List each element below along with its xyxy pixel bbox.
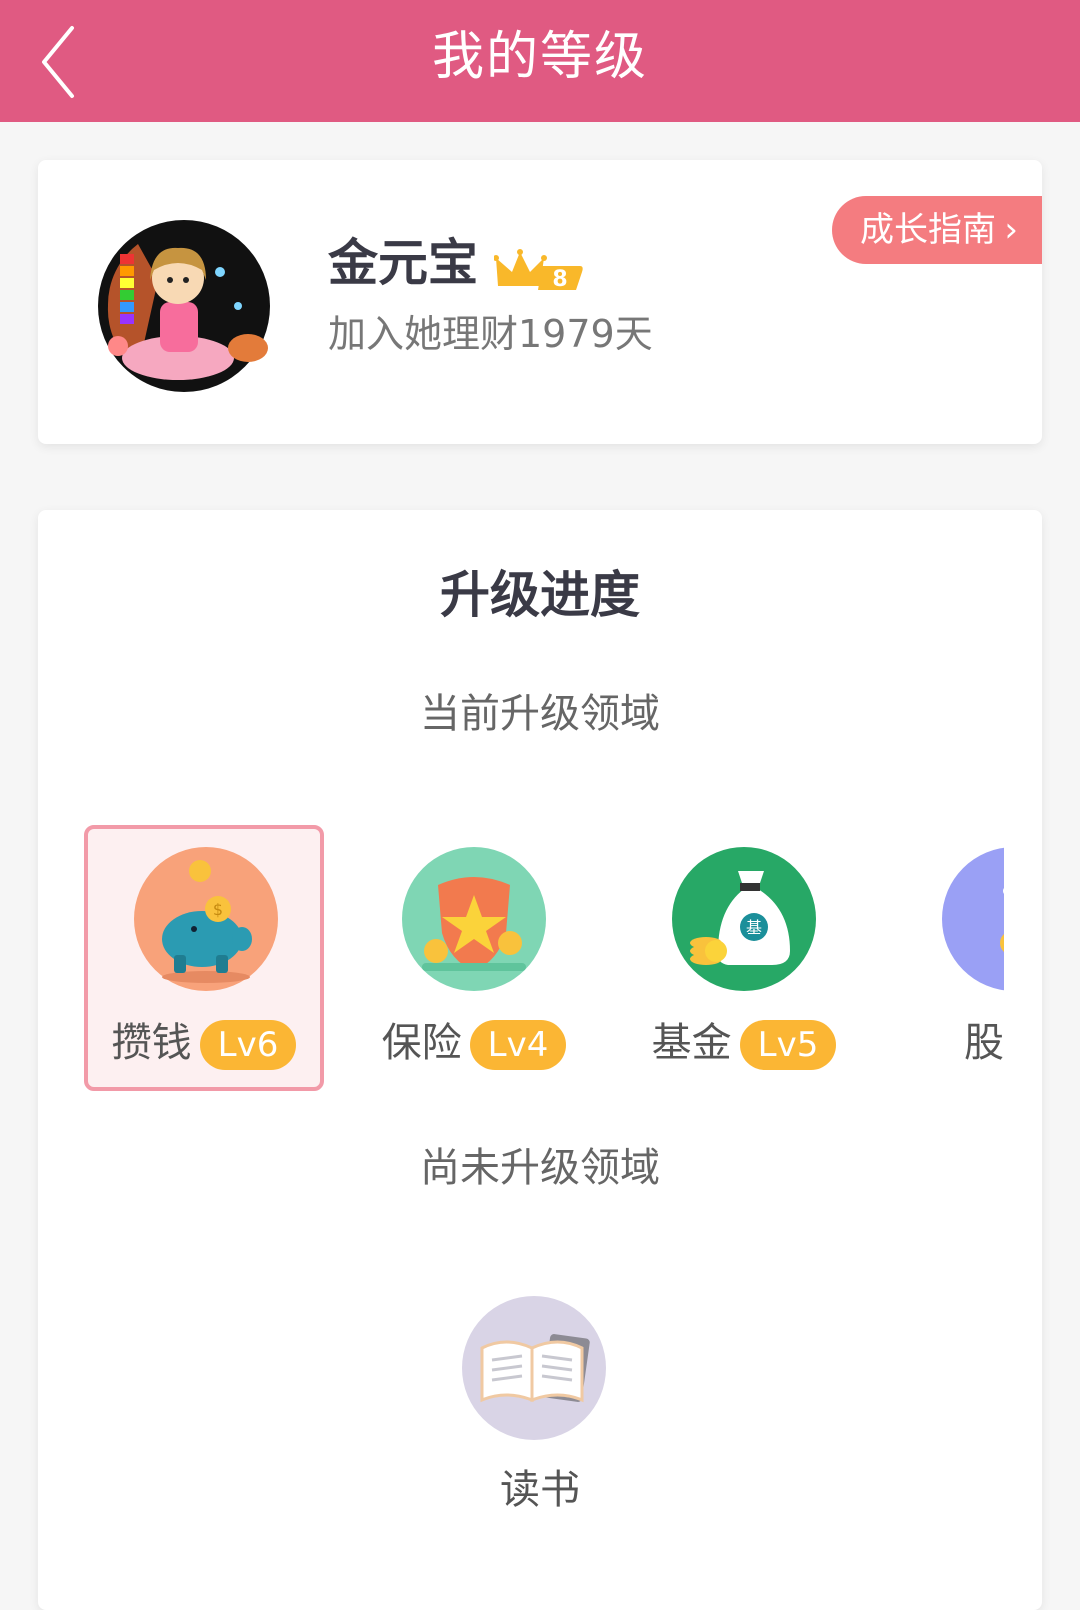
domain-label: 攒钱 Lv6 (88, 1015, 320, 1071)
pending-domain-label: 读书 (500, 1467, 580, 1513)
book-icon[interactable] (462, 1296, 606, 1440)
upgrade-progress-card: 升级进度 当前升级领域 $ 攒钱 Lv6 保险 Lv4 基 基金 Lv5 股 尚… (38, 510, 1042, 1610)
level-badge: Lv5 (739, 1020, 837, 1070)
svg-text:$: $ (213, 900, 223, 919)
money-bag-icon: 基 (672, 847, 816, 991)
username: 金元宝 (328, 234, 478, 292)
join-days-text: 加入她理财1979天 (328, 312, 653, 356)
piggy-bank-icon: $ (134, 847, 278, 991)
svg-text:基: 基 (746, 918, 762, 937)
current-domains-list[interactable]: $ 攒钱 Lv6 保险 Lv4 基 基金 Lv5 股 (38, 810, 1004, 1100)
pending-domains-title: 尚未升级领域 (420, 1145, 660, 1191)
avatar[interactable] (98, 220, 270, 392)
domain-item-saving[interactable]: $ 攒钱 Lv6 (84, 825, 324, 1091)
level-badge: Lv4 (469, 1020, 567, 1070)
domain-label: 保险 Lv4 (354, 1015, 594, 1071)
growth-guide-label: 成长指南 (860, 210, 996, 250)
domain-label: 股票 (964, 1020, 1004, 1066)
growth-guide-button[interactable]: 成长指南 › (832, 196, 1042, 264)
page-title: 我的等级 (431, 27, 648, 87)
crown-level-icon: 8 (494, 249, 583, 292)
section-title: 升级进度 (440, 566, 640, 624)
domain-label: 基金 Lv5 (624, 1015, 864, 1071)
current-domains-title: 当前升级领域 (420, 691, 660, 737)
domain-item-fund[interactable]: 基 基金 Lv5 (624, 825, 864, 1091)
profile-card: 金元宝 8 加入她理财1979天 成长指南 › (38, 160, 1042, 444)
top-bar: 我的等级 (0, 0, 1080, 122)
shield-icon (402, 847, 546, 991)
chevron-right-icon: › (1004, 210, 1018, 250)
level-badge: Lv6 (199, 1020, 297, 1070)
svg-text:8: 8 (552, 267, 567, 292)
domain-item-stock[interactable]: 股票 (894, 825, 1004, 1091)
stock-icon (942, 847, 1004, 991)
domain-item-insurance[interactable]: 保险 Lv4 (354, 825, 594, 1091)
